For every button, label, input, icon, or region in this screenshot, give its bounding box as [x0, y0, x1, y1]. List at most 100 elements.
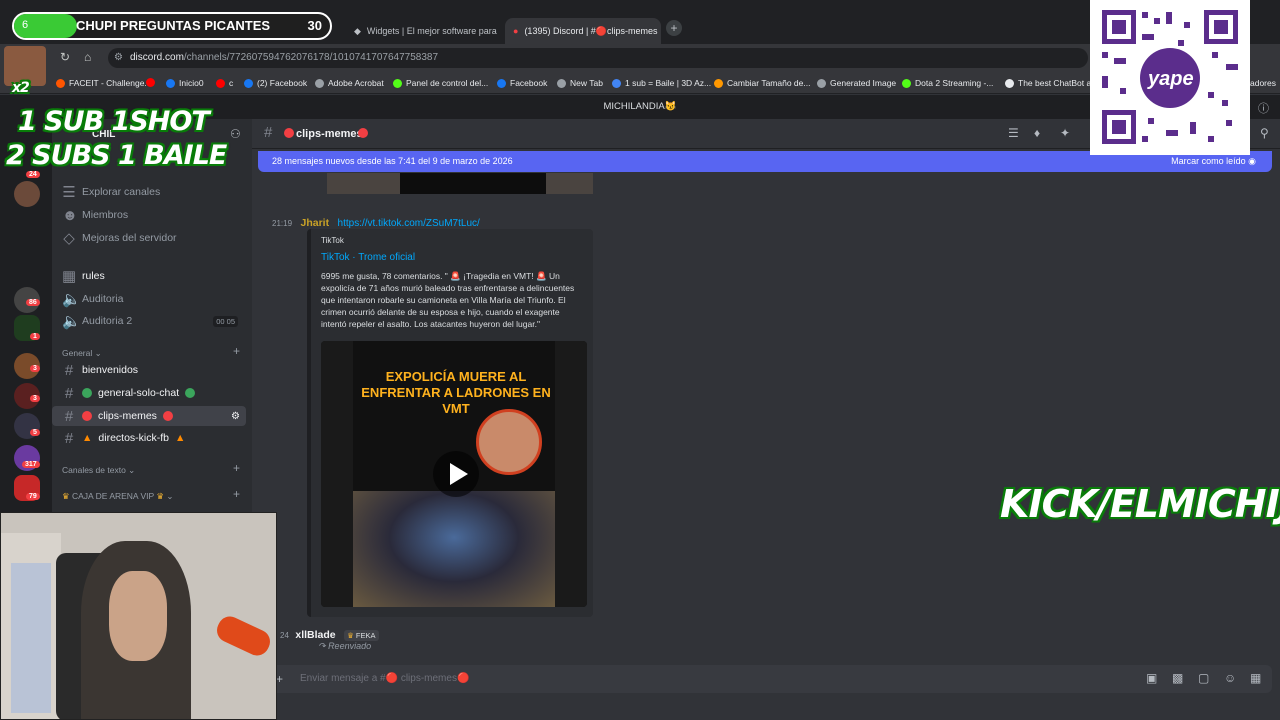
- bookmark-item[interactable]: c: [216, 78, 233, 88]
- hash-icon: #: [64, 429, 74, 447]
- video-headline: EXPOLICÍA MUERE AL ENFRENTAR A LADRONES …: [361, 369, 551, 416]
- add-channel-icon[interactable]: +: [233, 344, 240, 358]
- speaker-icon: 🔈: [62, 313, 81, 330]
- emoji-icon[interactable]: ☺: [1224, 671, 1236, 685]
- hash-icon: #: [64, 384, 74, 402]
- url-path: /channels/772607594762076178/10107417076…: [183, 52, 439, 63]
- category-arena-vip[interactable]: ♛ CAJA DE ARENA VIP ♛ ⌄: [62, 491, 174, 502]
- microphone: [213, 612, 274, 660]
- category-text-channels[interactable]: Canales de texto ⌄: [62, 465, 135, 476]
- add-channel-icon[interactable]: +: [233, 461, 240, 475]
- composer-placeholder: Enviar mensaje a #🔴 clips-memes🔴: [300, 673, 470, 684]
- channel-directos-kick-fb[interactable]: # ▲ directos-kick-fb ▲: [52, 428, 246, 448]
- bookmark-item[interactable]: Cambiar Tamaño de...: [714, 78, 810, 88]
- apps-icon[interactable]: ▦: [1250, 671, 1261, 685]
- message-input[interactable]: Enviar mensaje a #🔴 clips-memes🔴: [268, 665, 1272, 693]
- faceit-icon: [56, 78, 65, 88]
- mention-badge: 3: [30, 395, 40, 402]
- bookmark-item[interactable]: 1 sub = Baile | 3D Az...: [612, 78, 711, 88]
- server-title: MICHILANDIA😼: [603, 101, 677, 112]
- stream-goal-bar: 6 CHUPI PREGUNTAS PICANTES 30: [12, 12, 332, 40]
- previous-attachment[interactable]: [327, 173, 593, 194]
- gift-icon[interactable]: ▣: [1146, 671, 1157, 685]
- message-author[interactable]: Jharit: [300, 217, 329, 229]
- bookmark-item[interactable]: (2) Facebook: [244, 78, 307, 88]
- forwarded-label: ↷ Reenviado: [318, 641, 372, 651]
- help-icon[interactable]: ⓘ: [1258, 100, 1269, 116]
- youtube-icon: [216, 78, 225, 88]
- channel-bienvenidos[interactable]: # bienvenidos: [52, 360, 246, 380]
- crown-icon: ♛: [62, 491, 70, 501]
- crown-icon: ♛: [156, 491, 165, 501]
- yape-logo: yape: [1148, 68, 1194, 90]
- site-info-icon[interactable]: ⚙: [114, 52, 123, 63]
- voice-channel-auditoria-2[interactable]: 🔈 Auditoria 2 00 05: [52, 311, 246, 331]
- bell-icon[interactable]: ♦: [1034, 126, 1040, 140]
- mention-badge: 79: [26, 493, 40, 500]
- goal-title: CHUPI PREGUNTAS PICANTES: [76, 18, 271, 33]
- embed-video[interactable]: EXPOLICÍA MUERE AL ENFRENTAR A LADRONES …: [321, 341, 587, 607]
- kick-icon: [902, 78, 911, 88]
- bookmark-item[interactable]: [146, 78, 155, 87]
- hash-icon: #: [64, 407, 74, 425]
- invite-icon[interactable]: ⚇: [230, 127, 241, 141]
- kick-icon: [393, 78, 402, 88]
- channel-clips-memes[interactable]: # clips-memes ⚙: [52, 406, 246, 426]
- tiktok-link[interactable]: https://vt.tiktok.com/ZSuM7tLuc/: [338, 218, 480, 229]
- bookmark-item[interactable]: Inicio0: [166, 78, 204, 88]
- bookmark-item[interactable]: New Tab: [557, 78, 603, 88]
- channel-general-solo-chat[interactable]: # general-solo-chat: [52, 383, 246, 403]
- webcam-feed: [0, 512, 277, 720]
- gif-icon[interactable]: ▩: [1172, 671, 1183, 685]
- search-icon[interactable]: ⚲: [1260, 126, 1269, 140]
- add-channel-icon[interactable]: +: [233, 487, 240, 501]
- youtube-icon: [146, 78, 155, 87]
- pin-icon[interactable]: ✦: [1060, 126, 1070, 140]
- bookmark-item[interactable]: adores: [1250, 78, 1276, 88]
- url-host: discord.com: [130, 52, 184, 63]
- tab-discord[interactable]: ● (1395) Discord | #🔴clips-memes ×: [505, 18, 661, 44]
- embed-title[interactable]: TikTok · Trome oficial: [321, 252, 415, 263]
- bookmark-item[interactable]: Panel de control del...: [393, 78, 488, 88]
- threads-icon[interactable]: ☰: [1008, 126, 1019, 140]
- address-bar[interactable]: discord.com/channels/772607594762076178/…: [108, 48, 1088, 68]
- bookmarks-bar: FACEIT - Challenge... Inicio0 c (2) Face…: [0, 72, 1280, 94]
- green-circle-icon: [82, 388, 92, 398]
- tiktok-embed: TikTok TikTok · Trome oficial 6995 me gu…: [307, 229, 593, 617]
- bookmark-item[interactable]: Adobe Acrobat: [315, 78, 384, 88]
- attach-plus-icon[interactable]: +: [276, 672, 283, 686]
- bookmark-item[interactable]: FACEIT - Challenge...: [56, 78, 152, 88]
- face-inset: [476, 409, 542, 475]
- message-author[interactable]: xllBlade: [295, 629, 335, 641]
- facebook-icon: [166, 78, 175, 88]
- category-general[interactable]: General ⌄: [62, 348, 102, 359]
- header-red-circle-icon: [358, 128, 368, 141]
- settings-icon[interactable]: ⚙: [231, 411, 240, 422]
- bookmark-item[interactable]: Facebook: [497, 78, 547, 88]
- bookmark-item[interactable]: The best ChatBot an: [1005, 78, 1096, 88]
- red-circle-icon: [82, 411, 92, 421]
- sticker-icon[interactable]: ▢: [1198, 671, 1209, 685]
- multiplier-label: x2: [12, 80, 30, 96]
- promo-line-1: 1 SUB 1SHOT: [18, 106, 210, 137]
- hash-icon: #: [64, 361, 74, 379]
- mention-badge: 1: [30, 333, 40, 340]
- header-channel-name: clips-memes: [296, 128, 363, 140]
- new-tab-button[interactable]: +: [666, 20, 682, 36]
- globe-icon: [315, 78, 324, 88]
- bookmark-item[interactable]: Dota 2 Streaming -...: [902, 78, 993, 88]
- home-icon[interactable]: ⌂: [84, 50, 91, 64]
- page-icon: [612, 78, 621, 88]
- play-button[interactable]: [433, 451, 479, 497]
- role-tag: ♛ FEKA: [344, 630, 379, 641]
- kick-channel-label: KICK/ELMICHIJ: [1000, 482, 1280, 526]
- voice-user-count: 00 05: [213, 315, 238, 327]
- green-circle-icon: [185, 388, 196, 398]
- bookmark-item[interactable]: Generated Image: [817, 78, 896, 88]
- discord-icon: ●: [513, 26, 519, 36]
- tab-label: Widgets | El mejor software para: [366, 26, 497, 36]
- mention-badge: 3: [30, 365, 40, 372]
- reload-icon[interactable]: ↻: [60, 50, 70, 64]
- header-red-circle-icon: [284, 128, 294, 141]
- tab-widgets[interactable]: ◆ Widgets | El mejor software para ×: [346, 18, 502, 44]
